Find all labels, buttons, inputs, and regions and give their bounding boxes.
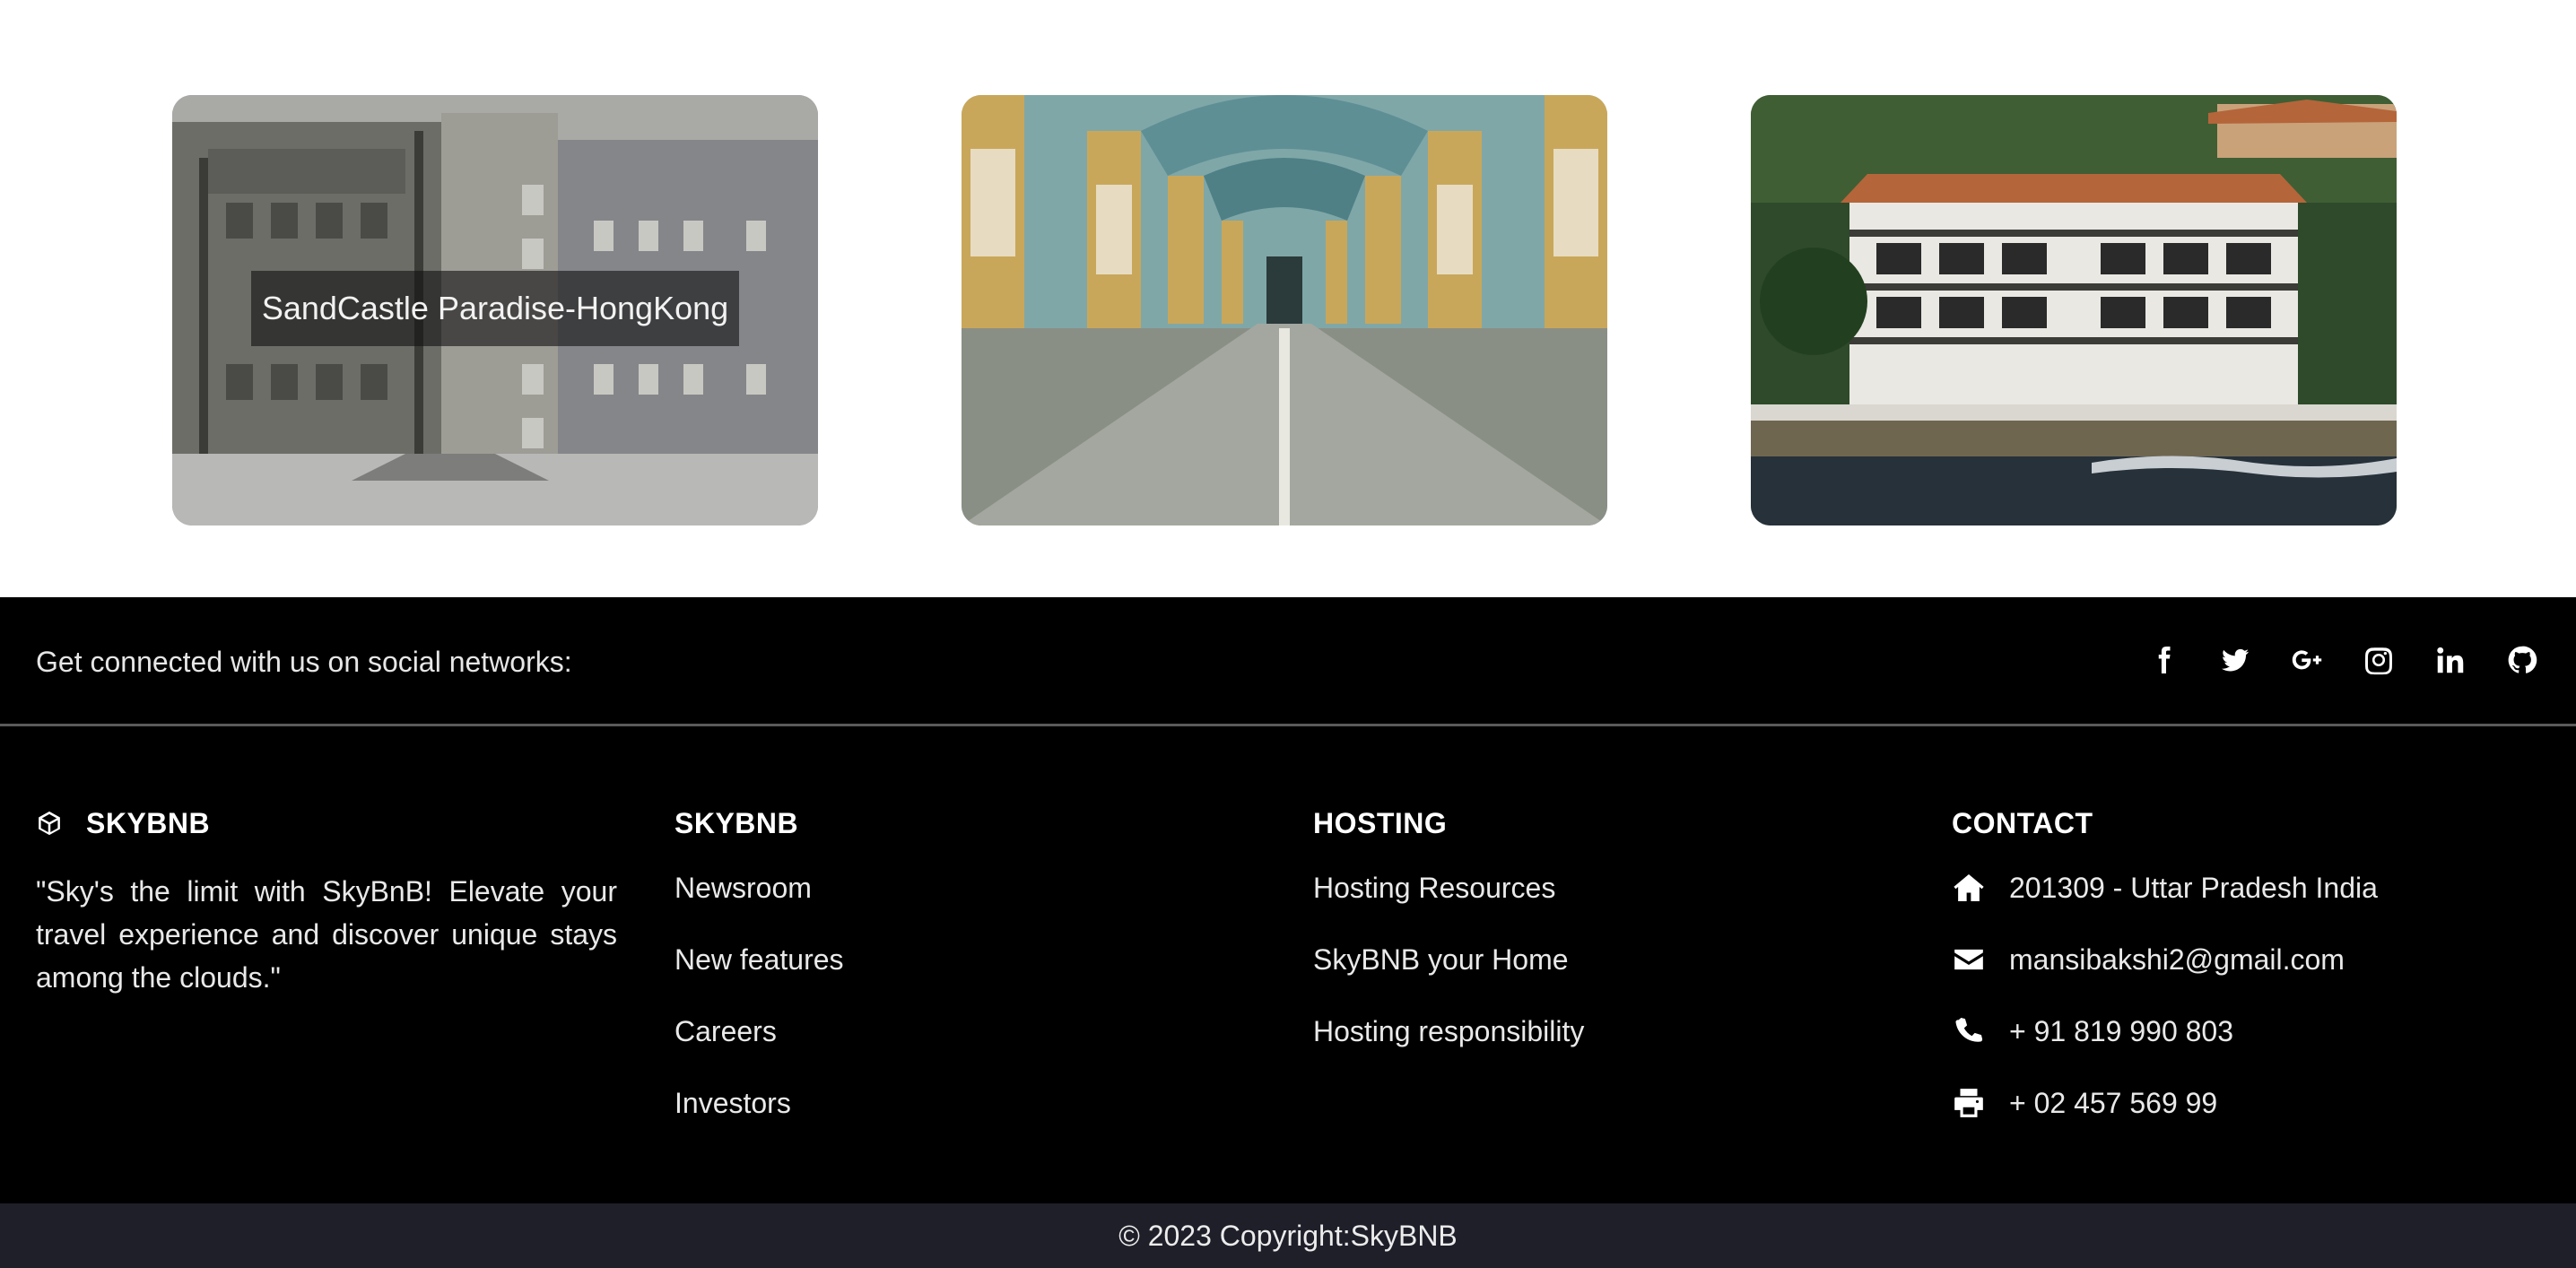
- envelope-icon: [1954, 949, 1983, 970]
- contact-phone-text: + 91 819 990 803: [2009, 1015, 2234, 1047]
- footer-link-hosting-responsibility[interactable]: Hosting responsibility: [1313, 1010, 1851, 1053]
- site-footer: SKYBNB "Sky's the limit with SkyBnB! Ele…: [0, 726, 2576, 1203]
- twitter-icon[interactable]: [2217, 642, 2253, 678]
- instagram-icon[interactable]: [2361, 642, 2397, 678]
- footer-brand-title: SKYBNB: [86, 806, 211, 839]
- contact-fax: + 02 457 569 99: [1952, 1081, 2544, 1125]
- footer-brand-heading: SKYBNB: [36, 803, 617, 843]
- footer-hosting-heading: HOSTING: [1313, 806, 1448, 839]
- contact-email-text: mansibakshi2@gmail.com: [2009, 943, 2345, 976]
- social-bar-text: Get connected with us on social networks…: [36, 646, 572, 678]
- footer-hosting-column: HOSTING Hosting Resources SkyBNB your Ho…: [1313, 803, 1851, 1081]
- hotel-gallery: SandCastle Paradise-HongKong: [0, 0, 2576, 597]
- hotel-card-waterfront[interactable]: [1751, 95, 2397, 525]
- hotel-image-palace-corridor: [962, 95, 1607, 525]
- footer-link-careers[interactable]: Careers: [674, 1010, 1213, 1053]
- footer-contact-heading: CONTACT: [1952, 806, 2093, 839]
- contact-email[interactable]: mansibakshi2@gmail.com: [1952, 938, 2544, 981]
- hotel-card-caption: SandCastle Paradise-HongKong: [251, 271, 739, 346]
- hotel-card-hongkong[interactable]: SandCastle Paradise-HongKong: [172, 95, 818, 525]
- footer-skybnb-column: SKYBNB Newsroom New features Careers Inv…: [674, 803, 1213, 1153]
- social-bar: Get connected with us on social networks…: [0, 597, 2576, 726]
- footer-link-investors[interactable]: Investors: [674, 1081, 1213, 1125]
- footer-link-skybnb-your-home[interactable]: SkyBNB your Home: [1313, 938, 1851, 981]
- footer-link-newsroom[interactable]: Newsroom: [674, 866, 1213, 909]
- footer-contact-list: 201309 - Uttar Pradesh India mansibakshi…: [1952, 866, 2544, 1125]
- contact-address: 201309 - Uttar Pradesh India: [1952, 866, 2544, 909]
- contact-address-text: 201309 - Uttar Pradesh India: [2009, 872, 2378, 904]
- facebook-icon[interactable]: [2145, 642, 2181, 678]
- footer-link-hosting-resources[interactable]: Hosting Resources: [1313, 866, 1851, 909]
- home-icon: [1954, 873, 1984, 902]
- cube-icon: [39, 811, 60, 836]
- footer-link-new-features[interactable]: New features: [674, 938, 1213, 981]
- contact-phone[interactable]: + 91 819 990 803: [1952, 1010, 2544, 1053]
- footer-skybnb-links: Newsroom New features Careers Investors: [674, 866, 1213, 1125]
- footer-contact-column: CONTACT 201309 - Uttar Pradesh India man…: [1952, 803, 2544, 1153]
- copyright-text: © 2023 Copyright:SkyBNB: [1118, 1220, 1458, 1252]
- footer-brand-column: SKYBNB "Sky's the limit with SkyBnB! Ele…: [36, 803, 617, 999]
- social-icons: [2145, 640, 2540, 680]
- printer-icon: [1954, 1089, 1983, 1117]
- hotel-image-waterfront-villa: [1751, 95, 2397, 525]
- footer-skybnb-heading: SKYBNB: [674, 806, 799, 839]
- contact-fax-text: + 02 457 569 99: [2009, 1087, 2218, 1119]
- hotel-card-palace[interactable]: [962, 95, 1607, 525]
- github-icon[interactable]: [2504, 642, 2540, 678]
- google-plus-icon[interactable]: [2289, 642, 2325, 678]
- copyright-bar: © 2023 Copyright:SkyBNB: [0, 1203, 2576, 1268]
- phone-icon: [1955, 1017, 1983, 1042]
- footer-about-text: "Sky's the limit with SkyBnB! Elevate yo…: [36, 875, 617, 994]
- linkedin-icon[interactable]: [2432, 642, 2468, 678]
- footer-hosting-links: Hosting Resources SkyBNB your Home Hosti…: [1313, 866, 1851, 1053]
